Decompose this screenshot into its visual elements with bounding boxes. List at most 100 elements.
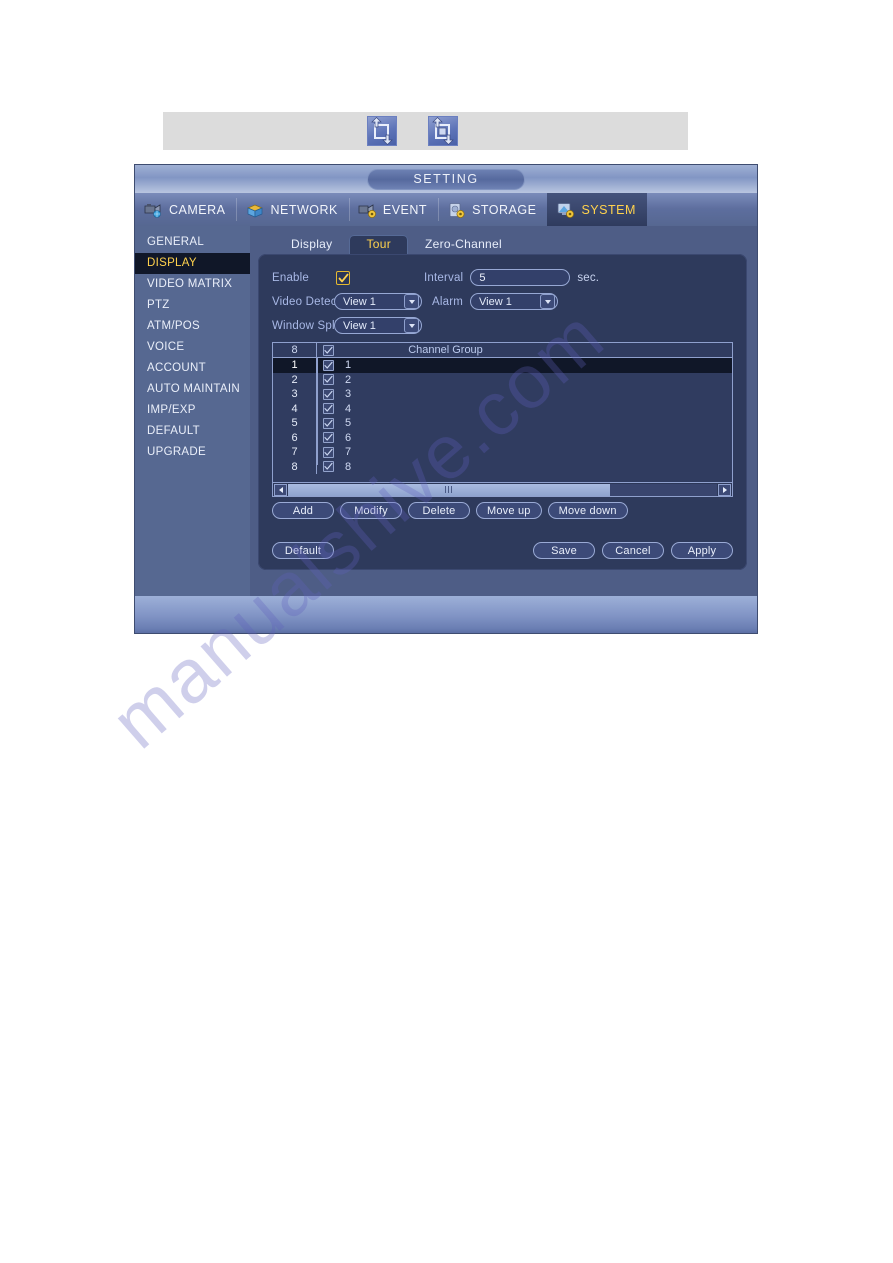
tour-icon[interactable] <box>367 116 397 146</box>
checkbox-icon[interactable] <box>322 388 334 400</box>
table-column-divider <box>317 358 318 465</box>
header-count: 8 <box>273 343 317 357</box>
row-label: 4 <box>345 402 352 415</box>
tab-camera[interactable]: CAMERA <box>135 193 236 226</box>
enable-checkbox[interactable] <box>336 270 350 285</box>
alarm-select[interactable]: View 1 <box>470 293 559 310</box>
row-label: 1 <box>345 359 352 372</box>
checkbox-icon[interactable] <box>322 461 334 473</box>
tab-tour[interactable]: Tour <box>349 235 408 254</box>
tab-storage[interactable]: STORAGE <box>438 193 547 226</box>
row-index: 3 <box>273 387 317 402</box>
sidebar-item-display[interactable]: DISPLAY <box>135 253 250 274</box>
row-checkbox[interactable] <box>317 374 339 386</box>
table-row[interactable]: 1 1 <box>273 358 732 373</box>
move-down-button[interactable]: Move down <box>547 502 628 519</box>
row-index: 2 <box>273 372 317 387</box>
sidebar-item-default[interactable]: DEFAULT <box>135 421 250 442</box>
checkbox-icon[interactable] <box>322 403 334 415</box>
sidebar-item-video-matrix[interactable]: VIDEO MATRIX <box>135 274 250 295</box>
chevron-down-icon[interactable] <box>404 294 419 309</box>
delete-button[interactable]: Delete <box>408 502 470 519</box>
sub-tab-bar: Display Tour Zero-Channel <box>258 232 747 254</box>
sidebar-item-auto-maintain[interactable]: AUTO MAINTAIN <box>135 379 250 400</box>
row-index: 7 <box>273 445 317 460</box>
add-button[interactable]: Add <box>272 502 334 519</box>
row-index: 6 <box>273 430 317 445</box>
sidebar-item-upgrade[interactable]: UPGRADE <box>135 442 250 463</box>
cancel-button[interactable]: Cancel <box>602 542 664 559</box>
content-area: Display Tour Zero-Channel Enable Interva… <box>250 226 757 597</box>
chevron-down-icon[interactable] <box>540 294 556 309</box>
table-row[interactable]: 7 7 <box>273 445 732 460</box>
toolbar-strip <box>163 112 688 150</box>
tab-label: CAMERA <box>169 202 226 217</box>
page-title: SETTING <box>367 168 525 190</box>
checkbox-icon[interactable] <box>322 359 334 371</box>
window-footer-bar <box>135 596 757 633</box>
row-index: 5 <box>273 416 317 431</box>
scrollbar-track[interactable] <box>288 483 717 496</box>
table-row[interactable]: 2 2 <box>273 372 732 387</box>
row-label: 8 <box>345 460 352 473</box>
row-checkbox[interactable] <box>317 388 339 400</box>
tab-event[interactable]: EVENT <box>348 193 438 226</box>
window-split-value: View 1 <box>343 319 376 332</box>
tab-display[interactable]: Display <box>274 235 349 254</box>
checkbox-icon[interactable] <box>322 432 334 444</box>
sidebar-item-voice[interactable]: VOICE <box>135 337 250 358</box>
window-split-select[interactable]: View 1 <box>334 317 422 334</box>
sidebar-item-ptz[interactable]: PTZ <box>135 295 250 316</box>
table-header-row: 8 Channel Group <box>273 343 732 358</box>
sidebar-item-general[interactable]: GENERAL <box>135 232 250 253</box>
network-icon <box>245 202 264 218</box>
alarm-label: Alarm <box>432 295 464 308</box>
sidebar-item-imp-exp[interactable]: IMP/EXP <box>135 400 250 421</box>
row-enable: Enable Interval 5 sec. <box>272 266 733 289</box>
checkbox-icon[interactable] <box>322 446 334 458</box>
table-row[interactable]: 3 3 <box>273 387 732 402</box>
row-checkbox[interactable] <box>317 403 339 415</box>
row-checkbox[interactable] <box>317 417 339 429</box>
row-label: 2 <box>345 373 352 386</box>
save-button[interactable]: Save <box>533 542 595 559</box>
row-checkbox[interactable] <box>317 446 339 458</box>
video-detect-label: Video Detect <box>272 295 341 308</box>
table-row[interactable]: 4 4 <box>273 401 732 416</box>
scrollbar-thumb[interactable] <box>288 483 610 496</box>
horizontal-scrollbar[interactable] <box>273 482 732 496</box>
tab-network[interactable]: NETWORK <box>236 193 348 226</box>
tab-label: STORAGE <box>472 202 537 217</box>
table-row[interactable]: 8 8 <box>273 459 732 474</box>
row-label: 5 <box>345 417 352 430</box>
apply-button[interactable]: Apply <box>671 542 733 559</box>
tab-zero-channel[interactable]: Zero-Channel <box>408 235 519 254</box>
table-body: 1 1 2 2 3 3 4 4 5 5 6 6 7 7 8 8 <box>273 358 732 480</box>
scroll-right-button[interactable] <box>718 483 731 496</box>
header-select-all[interactable] <box>317 344 339 356</box>
checkbox-icon[interactable] <box>322 344 334 356</box>
sidebar-item-atm-pos[interactable]: ATM/POS <box>135 316 250 337</box>
tab-label: EVENT <box>382 202 428 217</box>
sidebar-item-account[interactable]: ACCOUNT <box>135 358 250 379</box>
window-title-bar: SETTING <box>135 165 757 193</box>
header-title: Channel Group <box>408 344 483 356</box>
interval-input[interactable]: 5 <box>470 269 571 286</box>
tab-system[interactable]: SYSTEM <box>547 193 647 226</box>
scroll-left-button[interactable] <box>274 483 287 496</box>
video-detect-select[interactable]: View 1 <box>334 293 422 310</box>
checkbox-icon[interactable] <box>322 374 334 386</box>
modify-button[interactable]: Modify <box>340 502 402 519</box>
table-row[interactable]: 6 6 <box>273 430 732 445</box>
checkbox-icon[interactable] <box>322 417 334 429</box>
default-button[interactable]: Default <box>272 542 334 559</box>
row-checkbox[interactable] <box>317 359 339 371</box>
tour-group-icon[interactable] <box>428 116 458 146</box>
chevron-down-icon[interactable] <box>404 318 419 333</box>
move-up-button[interactable]: Move up <box>476 502 542 519</box>
table-row[interactable]: 5 5 <box>273 416 732 431</box>
row-checkbox[interactable] <box>317 461 339 473</box>
system-icon <box>556 202 575 218</box>
row-checkbox[interactable] <box>317 432 339 444</box>
tab-label: SYSTEM <box>581 202 636 217</box>
